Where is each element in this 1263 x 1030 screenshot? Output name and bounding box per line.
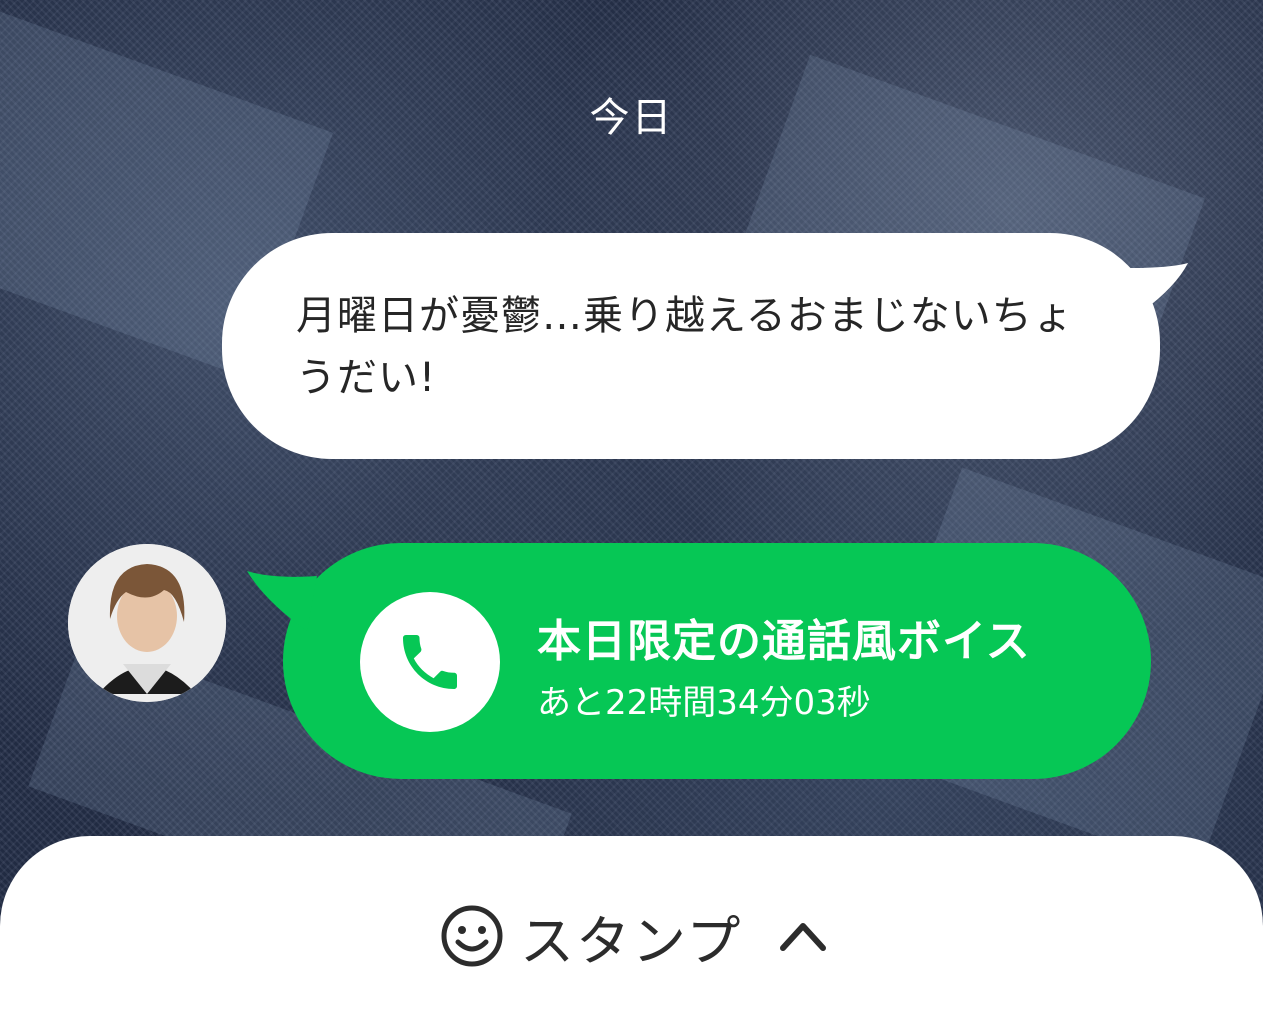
sent-message-text: 月曜日が憂鬱…乗り越えるおまじないちょうだい! xyxy=(296,293,1074,401)
avatar-image xyxy=(68,544,226,702)
phone-icon xyxy=(403,635,457,689)
sent-message-bubble[interactable]: 月曜日が憂鬱…乗り越えるおまじないちょうだい! xyxy=(222,233,1188,459)
date-separator: 今日 xyxy=(589,95,674,141)
bottom-panel: スタンプ xyxy=(0,836,1263,1030)
call-countdown: あと22時間34分03秒 xyxy=(537,683,871,723)
chevron-up-icon xyxy=(780,923,827,951)
call-title: 本日限定の通話風ボイス xyxy=(537,616,1031,667)
bubble-tail xyxy=(1130,263,1188,313)
stamp-label: スタンプ xyxy=(520,909,743,973)
call-button[interactable] xyxy=(360,592,500,732)
bubble-tail xyxy=(247,571,317,631)
smiley-icon xyxy=(441,905,503,967)
avatar[interactable] xyxy=(68,544,226,702)
stamp-toggle[interactable]: スタンプ xyxy=(440,896,828,976)
voice-call-bubble[interactable]: 本日限定の通話風ボイス あと22時間34分03秒 xyxy=(247,543,1151,779)
